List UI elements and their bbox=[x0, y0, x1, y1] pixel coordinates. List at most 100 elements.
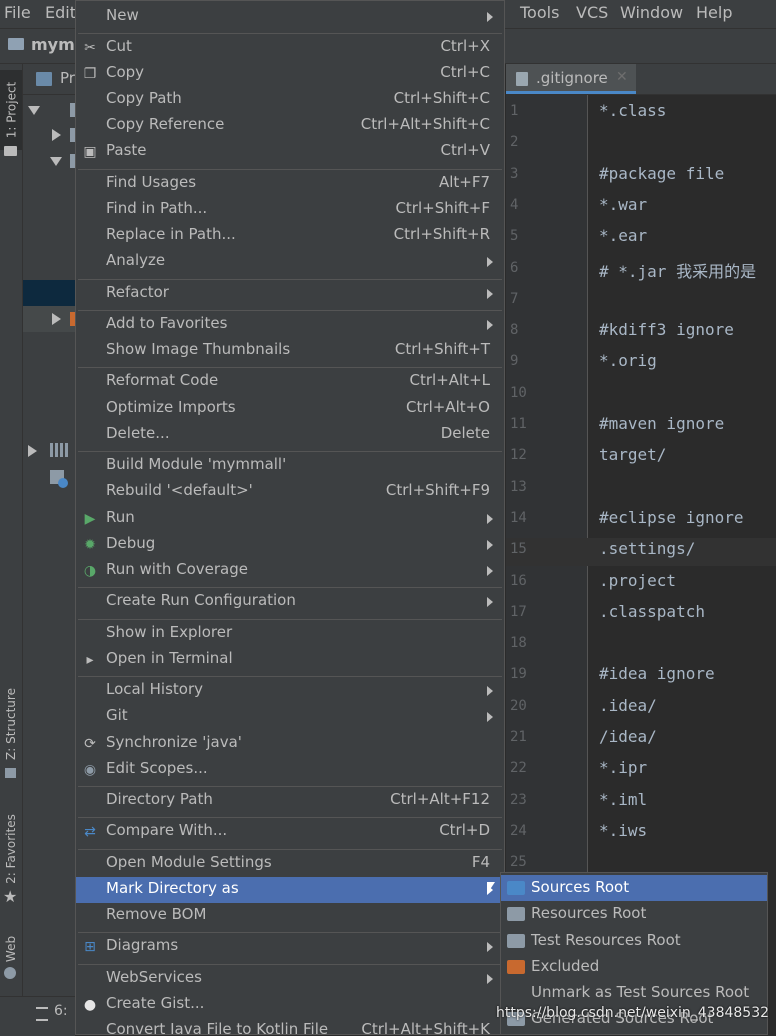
menu-item-new[interactable]: New bbox=[76, 4, 504, 30]
menu-item-webservices[interactable]: WebServices bbox=[76, 966, 504, 992]
tree-row[interactable] bbox=[23, 97, 76, 123]
tab-todo[interactable]: 6: bbox=[54, 1003, 68, 1019]
menu-item-copy-path[interactable]: Copy Path Ctrl+Shift+C bbox=[76, 87, 504, 113]
submenu-item-sources-root[interactable]: Sources Root bbox=[501, 875, 767, 901]
menu-item-open-in-terminal[interactable]: ▸ Open in Terminal bbox=[76, 647, 504, 673]
menu-item-directory-path[interactable]: Directory Path Ctrl+Alt+F12 bbox=[76, 788, 504, 814]
menu-item-compare-with[interactable]: ⇄ Compare With... Ctrl+D bbox=[76, 819, 504, 845]
collapse-arrow-icon[interactable] bbox=[28, 445, 37, 457]
expand-arrow-icon[interactable] bbox=[50, 157, 62, 166]
submenu-item-excluded[interactable]: Excluded bbox=[501, 954, 767, 980]
menu-window[interactable]: Window bbox=[620, 3, 683, 22]
code-line[interactable]: #package file bbox=[599, 164, 724, 183]
close-icon[interactable]: ✕ bbox=[616, 69, 628, 85]
code-line[interactable]: #kdiff3 ignore bbox=[599, 320, 734, 339]
menu-item-synchronize-java[interactable]: ⟳ Synchronize 'java' bbox=[76, 731, 504, 757]
menu-separator bbox=[78, 817, 502, 818]
submenu-item-unmark-as-test-sources-root[interactable]: Unmark as Test Sources Root bbox=[501, 980, 767, 1006]
tab-favorites[interactable]: 2: Favorites bbox=[0, 809, 22, 889]
tree-row-selected[interactable] bbox=[23, 280, 76, 306]
menu-item-paste[interactable]: ▣ Paste Ctrl+V bbox=[76, 139, 504, 165]
tree-row[interactable] bbox=[23, 466, 76, 492]
code-line[interactable]: .classpatch bbox=[599, 602, 705, 621]
menu-item-edit-scopes[interactable]: ◉ Edit Scopes... bbox=[76, 757, 504, 783]
code-line[interactable]: *.iws bbox=[599, 821, 647, 840]
menu-item-debug[interactable]: ✹ Debug bbox=[76, 532, 504, 558]
line-number: 5 bbox=[510, 228, 519, 244]
menu-item-delete[interactable]: Delete... Delete bbox=[76, 422, 504, 448]
menu-item-find-in-path[interactable]: Find in Path... Ctrl+Shift+F bbox=[76, 197, 504, 223]
menu-item-remove-bom[interactable]: Remove BOM bbox=[76, 903, 504, 929]
code-line[interactable]: target/ bbox=[599, 445, 666, 464]
code-line[interactable]: #idea ignore bbox=[599, 664, 715, 683]
submenu-item-test-resources-root[interactable]: Test Resources Root bbox=[501, 928, 767, 954]
menu-edit[interactable]: Edit bbox=[45, 3, 76, 22]
code-line[interactable]: /idea/ bbox=[599, 727, 657, 746]
left-tool-strip: 1: Project Z: Structure 2: Favorites ★ W… bbox=[0, 64, 23, 1035]
code-line[interactable]: .project bbox=[599, 571, 676, 590]
code-line[interactable]: .idea/ bbox=[599, 696, 657, 715]
menu-item-show-in-explorer[interactable]: Show in Explorer bbox=[76, 621, 504, 647]
line-number: 12 bbox=[510, 447, 527, 463]
code-line[interactable]: *.orig bbox=[599, 351, 657, 370]
expand-arrow-icon[interactable] bbox=[28, 106, 40, 115]
menu-item-cut[interactable]: ✂ Cut Ctrl+X bbox=[76, 35, 504, 61]
menu-item-rebuild-default[interactable]: Rebuild '<default>' Ctrl+Shift+F9 bbox=[76, 479, 504, 505]
menu-item-analyze[interactable]: Analyze bbox=[76, 249, 504, 275]
menu-item-diagrams[interactable]: ⊞ Diagrams bbox=[76, 934, 504, 960]
menu-item-run[interactable]: ▶ Run bbox=[76, 506, 504, 532]
code-line[interactable]: *.ear bbox=[599, 226, 647, 245]
menu-item-optimize-imports[interactable]: Optimize Imports Ctrl+Alt+O bbox=[76, 396, 504, 422]
menu-item-shortcut: Ctrl+V bbox=[440, 141, 490, 159]
line-number: 9 bbox=[510, 353, 519, 369]
menu-tools[interactable]: Tools bbox=[520, 3, 559, 22]
menu-item-git[interactable]: Git bbox=[76, 704, 504, 730]
project-panel-title[interactable]: Pr bbox=[60, 69, 75, 87]
tab-project-label: 1: Project bbox=[4, 81, 18, 139]
menu-item-copy[interactable]: ❐ Copy Ctrl+C bbox=[76, 61, 504, 87]
code-line[interactable]: .settings/ bbox=[599, 539, 695, 558]
code-line[interactable]: *.ipr bbox=[599, 758, 647, 777]
tree-row[interactable] bbox=[23, 122, 76, 148]
menu-item-convert-java-file-to-kotlin-file[interactable]: Convert Java File to Kotlin File Ctrl+Alt… bbox=[76, 1018, 504, 1034]
menu-item-label: Run with Coverage bbox=[106, 560, 248, 578]
tab-structure[interactable]: Z: Structure bbox=[0, 684, 22, 764]
menu-item-shortcut: Ctrl+Shift+R bbox=[393, 225, 490, 243]
submenu-item-resources-root[interactable]: Resources Root bbox=[501, 901, 767, 927]
submenu-arrow-icon bbox=[487, 942, 493, 952]
menu-item-find-usages[interactable]: Find Usages Alt+F7 bbox=[76, 171, 504, 197]
menu-item-open-module-settings[interactable]: Open Module Settings F4 bbox=[76, 851, 504, 877]
collapse-arrow-icon[interactable] bbox=[52, 313, 61, 325]
code-line[interactable]: # *.jar 我采用的是 bbox=[599, 258, 756, 282]
menu-item-create-run-configuration[interactable]: Create Run Configuration bbox=[76, 589, 504, 615]
tab-project[interactable]: 1: Project bbox=[0, 70, 22, 150]
code-line[interactable]: #eclipse ignore bbox=[599, 508, 744, 527]
menu-item-shortcut: Ctrl+Alt+O bbox=[406, 398, 490, 416]
editor-tab-gitignore[interactable]: .gitignore ✕ bbox=[506, 64, 636, 94]
menu-help[interactable]: Help bbox=[696, 3, 732, 22]
tree-row[interactable] bbox=[23, 148, 76, 174]
menu-item-replace-in-path[interactable]: Replace in Path... Ctrl+Shift+R bbox=[76, 223, 504, 249]
menu-item-local-history[interactable]: Local History bbox=[76, 678, 504, 704]
menu-item-copy-reference[interactable]: Copy Reference Ctrl+Alt+Shift+C bbox=[76, 113, 504, 139]
menu-file[interactable]: File bbox=[4, 3, 31, 22]
code-line[interactable]: *.iml bbox=[599, 790, 647, 809]
tab-web[interactable]: Web bbox=[0, 929, 22, 969]
menu-item-run-with-coverage[interactable]: ◑ Run with Coverage bbox=[76, 558, 504, 584]
tree-row[interactable] bbox=[23, 438, 76, 464]
menu-item-mark-directory-as[interactable]: Mark Directory as bbox=[76, 877, 504, 903]
menu-item-label: Add to Favorites bbox=[106, 314, 228, 332]
collapse-arrow-icon[interactable] bbox=[52, 129, 61, 141]
code-line[interactable]: *.class bbox=[599, 101, 666, 120]
menu-item-build-module-mymmall[interactable]: Build Module 'mymmall' bbox=[76, 453, 504, 479]
menu-item-reformat-code[interactable]: Reformat Code Ctrl+Alt+L bbox=[76, 369, 504, 395]
menu-vcs[interactable]: VCS bbox=[576, 3, 608, 22]
menu-item-show-image-thumbnails[interactable]: Show Image Thumbnails Ctrl+Shift+T bbox=[76, 338, 504, 364]
menu-item-create-gist[interactable]: ● Create Gist... bbox=[76, 992, 504, 1018]
tree-row[interactable] bbox=[23, 306, 76, 332]
menu-item-add-to-favorites[interactable]: Add to Favorites bbox=[76, 312, 504, 338]
code-line[interactable]: *.war bbox=[599, 195, 647, 214]
menu-item-refactor[interactable]: Refactor bbox=[76, 281, 504, 307]
code-line[interactable]: #maven ignore bbox=[599, 414, 724, 433]
tab-web-label: Web bbox=[4, 935, 19, 963]
